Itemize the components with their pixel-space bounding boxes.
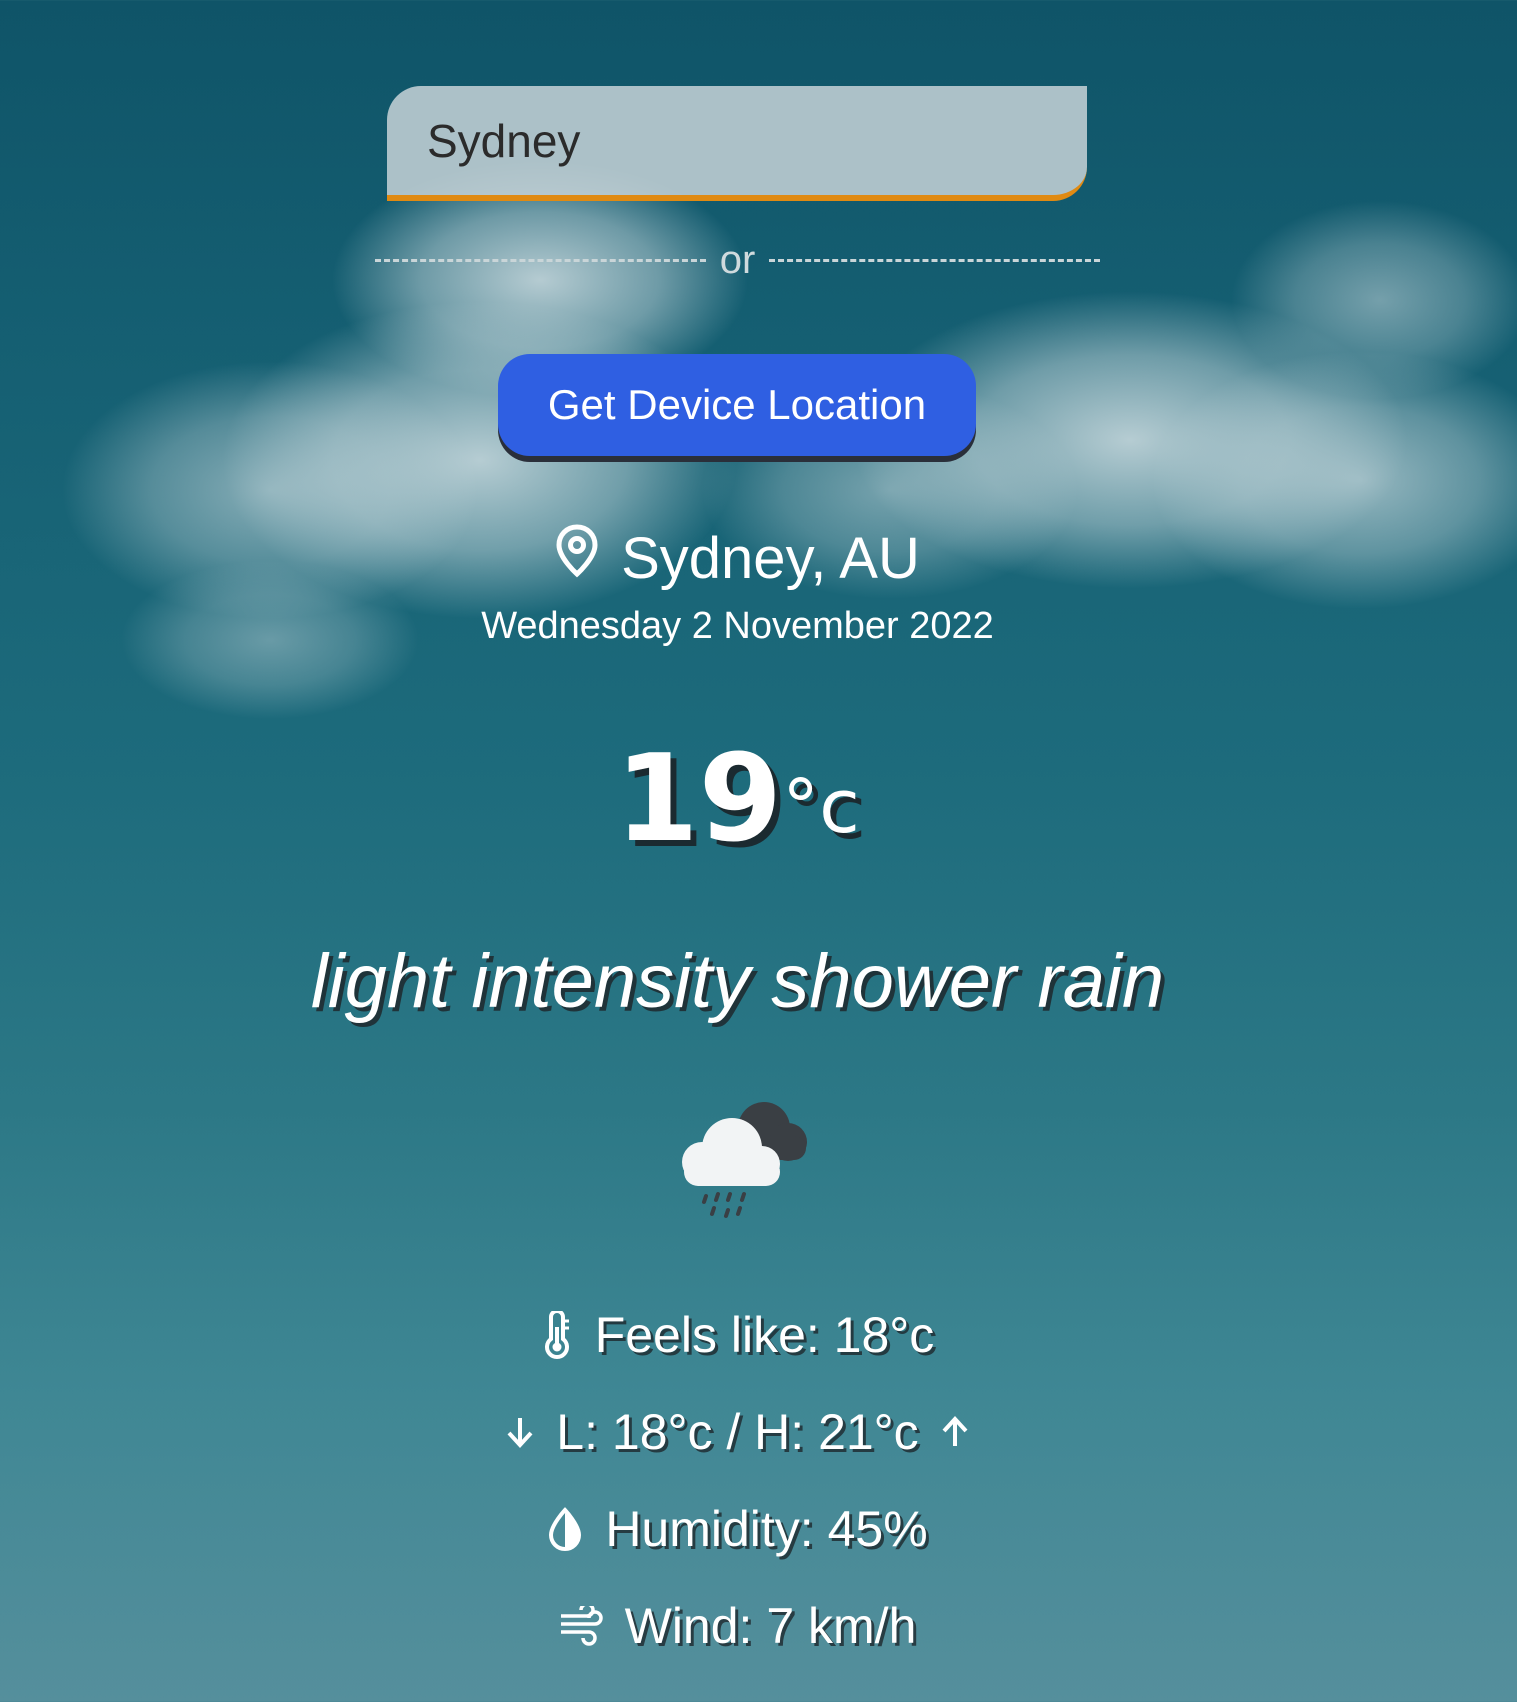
divider-label: or — [719, 238, 756, 282]
humidity-row: Humidity: 45% — [0, 1500, 1475, 1558]
search-input[interactable] — [425, 112, 1049, 169]
temperature-unit: °c — [782, 764, 860, 850]
humidity-text: Humidity: 45% — [605, 1501, 928, 1557]
get-device-location-button[interactable]: Get Device Location — [498, 354, 976, 456]
wind-text: Wind: 7 km/h — [624, 1598, 917, 1654]
feels-like-row: Feels like: 18°c — [0, 1306, 1475, 1364]
cloud-rain-icon — [662, 1090, 812, 1225]
arrow-down-icon — [506, 1415, 534, 1449]
thermometer-icon — [541, 1311, 573, 1359]
temperature-value: 19 — [615, 730, 783, 869]
weather-app: or Get Device Location Sydney, AU Wednes… — [0, 0, 1517, 1702]
wind-row: Wind: 7 km/h — [0, 1597, 1475, 1655]
low-high-row: L: 18°c / H: 21°c — [0, 1403, 1475, 1461]
divider-line-left — [375, 259, 706, 262]
temperature: 19°c — [0, 740, 1475, 860]
city-name: Sydney, AU — [621, 525, 920, 591]
current-date: Wednesday 2 November 2022 — [481, 605, 994, 647]
weather-description: light intensity shower rain — [310, 939, 1165, 1024]
map-pin-icon — [555, 524, 621, 592]
arrow-up-icon — [941, 1415, 969, 1449]
droplet-icon — [547, 1507, 583, 1551]
or-divider: or — [375, 238, 1101, 283]
divider-line-right — [769, 259, 1101, 262]
wind-icon — [559, 1606, 603, 1646]
search-box[interactable] — [387, 86, 1087, 201]
low-high-text: L: 18°c / H: 21°c — [556, 1404, 919, 1460]
location-header: Sydney, AU — [0, 524, 1475, 592]
feels-like-text: Feels like: 18°c — [594, 1307, 935, 1363]
